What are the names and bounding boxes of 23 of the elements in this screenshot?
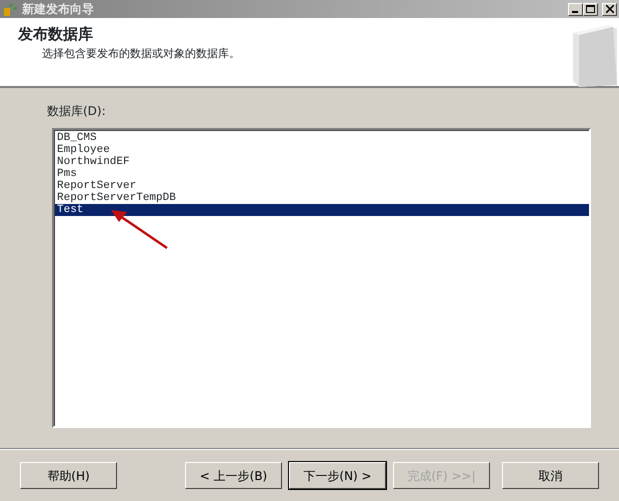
next-button[interactable]: 下一步(N) > (289, 462, 386, 489)
maximize-icon (586, 5, 595, 13)
database-list[interactable]: DB_CMS Employee NorthwindEF Pms ReportServer ReportServerTempDB Test (52, 128, 591, 428)
list-item[interactable]: ReportServerTempDB (55, 192, 589, 204)
help-button[interactable]: 帮助(H) (20, 462, 117, 489)
close-icon (606, 5, 614, 13)
list-item[interactable]: ReportServer (55, 180, 589, 192)
list-item[interactable]: Test (55, 204, 589, 216)
cancel-button[interactable]: 取消 (502, 462, 599, 489)
page-subtitle: 选择包含要发布的数据或对象的数据库。 (42, 46, 241, 62)
window-title: 新建发布向导 (22, 1, 94, 18)
annotation-arrow (111, 210, 169, 250)
list-item[interactable]: DB_CMS (55, 132, 589, 144)
app-icon (2, 1, 18, 17)
list-item[interactable]: Pms (55, 168, 589, 180)
page-title: 发布数据库 (18, 24, 94, 45)
list-label: 数据库(D): (47, 103, 106, 120)
maximize-button[interactable] (583, 2, 598, 16)
minimize-button[interactable] (568, 2, 583, 16)
back-button[interactable]: < 上一步(B) (185, 462, 282, 489)
list-item[interactable]: NorthwindEF (55, 156, 589, 168)
close-button[interactable] (602, 2, 617, 16)
list-item[interactable]: Employee (55, 144, 589, 156)
